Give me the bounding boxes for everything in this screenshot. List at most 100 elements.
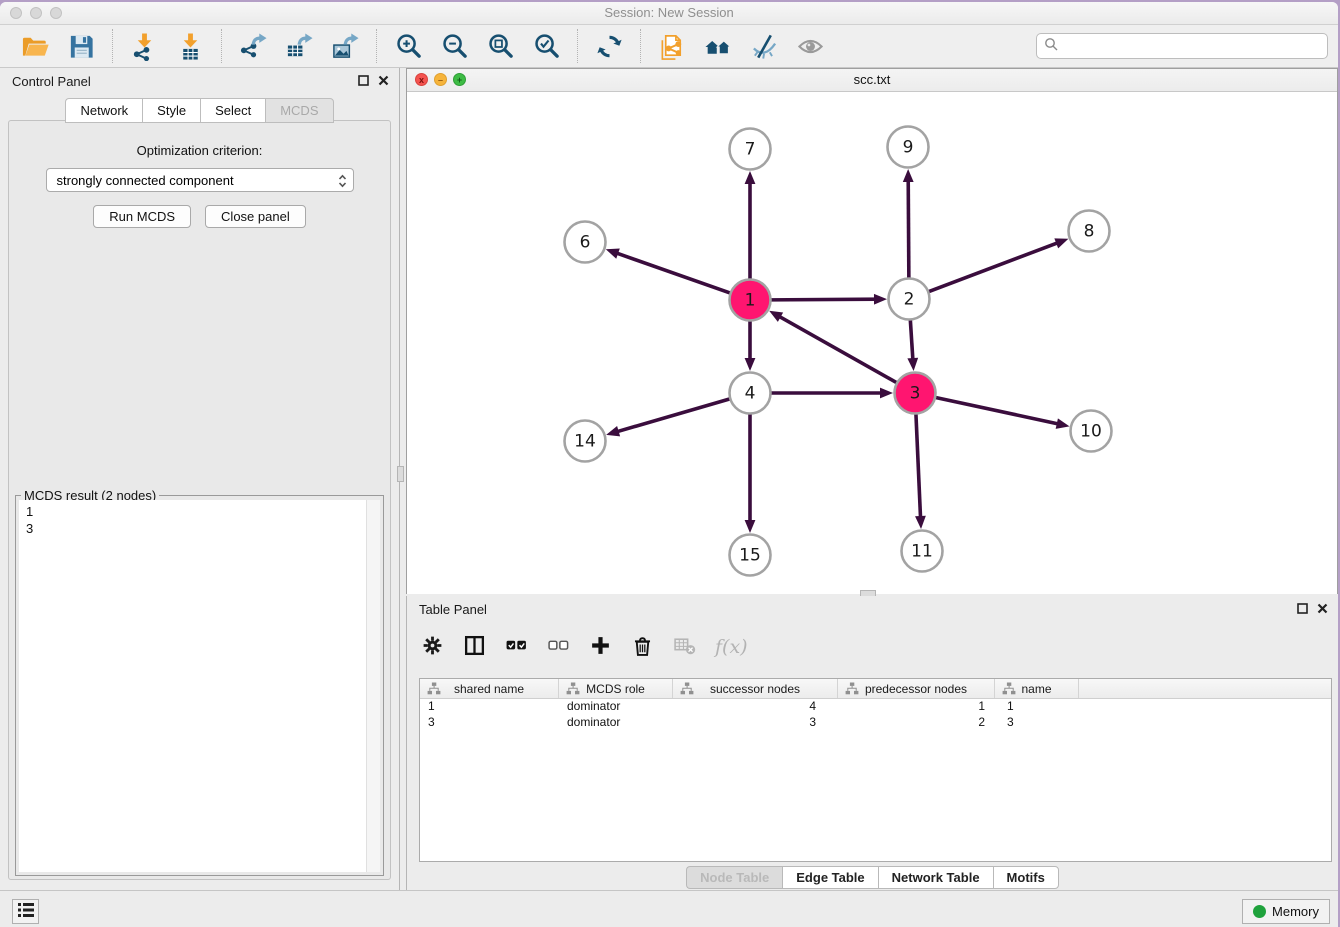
edge-2-3[interactable] xyxy=(910,319,913,361)
zoom-fit-icon xyxy=(486,32,515,61)
hierarchy-icon xyxy=(1002,682,1016,698)
edge-arrowhead xyxy=(1054,238,1068,248)
toolbar-divider xyxy=(112,29,113,63)
save-session-icon xyxy=(67,32,96,61)
import-table-icon xyxy=(176,32,205,61)
import-network-button[interactable] xyxy=(128,30,160,62)
float-panel-icon[interactable] xyxy=(358,75,369,86)
column-header-name[interactable]: name xyxy=(995,679,1079,698)
column-label: MCDS role xyxy=(586,682,645,696)
mcds-panel: Optimization criterion: strongly connect… xyxy=(8,120,391,880)
graph-node-label: 9 xyxy=(903,138,914,158)
zoom-out-button[interactable] xyxy=(438,30,470,62)
edge-arrowhead xyxy=(907,358,918,371)
table-row[interactable]: 3dominator323 xyxy=(420,715,1331,731)
result-scrollbar[interactable] xyxy=(366,500,380,872)
deselect-all-button[interactable] xyxy=(547,634,570,660)
table-row[interactable]: 1dominator411 xyxy=(420,699,1331,715)
graph-node-label: 15 xyxy=(739,546,761,566)
select-stepper-icon xyxy=(337,173,348,192)
control-panel: Control Panel NetworkStyleSelectMCDS Opt… xyxy=(0,68,400,890)
vertical-splitter-handle[interactable] xyxy=(397,466,404,482)
table-cell: 1 xyxy=(420,699,559,715)
tab-edge-table[interactable]: Edge Table xyxy=(782,866,877,889)
memory-button[interactable]: Memory xyxy=(1242,899,1330,924)
tab-node-table[interactable]: Node Table xyxy=(686,866,782,889)
mcds-result-area[interactable]: 13 xyxy=(19,500,380,872)
function-builder-button: f(x) xyxy=(715,636,748,658)
zoom-selected-button[interactable] xyxy=(530,30,562,62)
split-columns-button[interactable] xyxy=(463,634,486,660)
graph-node-label: 3 xyxy=(910,384,921,404)
hierarchy-icon xyxy=(845,682,859,698)
network-graph[interactable]: 7968124314101511 xyxy=(407,92,1337,594)
add-column-icon xyxy=(589,634,612,660)
delete-column-button[interactable] xyxy=(631,634,654,660)
delete-table-icon xyxy=(673,634,696,660)
tab-style[interactable]: Style xyxy=(142,98,200,123)
optimization-criterion-label: Optimization criterion: xyxy=(9,143,390,158)
tab-motifs[interactable]: Motifs xyxy=(993,866,1059,889)
refresh-button[interactable] xyxy=(593,30,625,62)
graph-node-label: 14 xyxy=(574,432,596,452)
edge-arrowhead xyxy=(903,169,914,182)
table-float-panel-icon[interactable] xyxy=(1297,603,1308,614)
column-header-successor-nodes[interactable]: successor nodes xyxy=(673,679,838,698)
export-image-button[interactable] xyxy=(329,30,361,62)
table-cell: 3 xyxy=(995,715,1079,731)
edge-3-1[interactable] xyxy=(778,316,897,383)
hierarchy-icon xyxy=(680,682,694,698)
node-table-body: 1dominator4113dominator323 xyxy=(420,699,1331,731)
edge-arrowhead xyxy=(1056,418,1070,429)
zoom-in-button[interactable] xyxy=(392,30,424,62)
edge-1-6[interactable] xyxy=(615,253,730,294)
edge-1-2[interactable] xyxy=(770,299,877,300)
tab-network-table[interactable]: Network Table xyxy=(878,866,993,889)
edge-3-11[interactable] xyxy=(916,413,921,519)
main-toolbar xyxy=(0,25,1338,68)
search-icon xyxy=(1044,37,1058,56)
open-file-button[interactable] xyxy=(19,30,51,62)
search-field[interactable] xyxy=(1036,33,1328,59)
search-input[interactable] xyxy=(1063,35,1327,57)
network-canvas[interactable]: 7968124314101511 xyxy=(407,92,1337,594)
mcds-result-group: MCDS result (2 nodes) 13 xyxy=(15,495,384,876)
graph-node-label: 2 xyxy=(904,290,915,310)
settings-button[interactable] xyxy=(421,634,444,660)
export-table-button[interactable] xyxy=(283,30,315,62)
table-panel-title: Table Panel xyxy=(419,602,487,617)
export-network-button[interactable] xyxy=(237,30,269,62)
close-panel-icon[interactable] xyxy=(378,75,389,86)
home-neighbors-icon xyxy=(704,32,733,61)
tab-select[interactable]: Select xyxy=(200,98,265,123)
edge-2-8[interactable] xyxy=(928,242,1059,291)
criterion-select[interactable]: strongly connected component xyxy=(46,168,354,192)
table-cell: dominator xyxy=(559,699,673,715)
hierarchy-icon xyxy=(566,682,580,698)
table-close-panel-icon[interactable] xyxy=(1317,603,1328,614)
select-all-button[interactable] xyxy=(505,634,528,660)
edge-3-10[interactable] xyxy=(935,397,1060,424)
task-history-button[interactable] xyxy=(12,899,39,924)
toolbar-divider xyxy=(376,29,377,63)
import-table-button[interactable] xyxy=(174,30,206,62)
add-column-button[interactable] xyxy=(589,634,612,660)
delete-table-button xyxy=(673,634,696,660)
edge-4-14[interactable] xyxy=(616,399,731,432)
network-overview-button[interactable] xyxy=(656,30,688,62)
home-neighbors-button[interactable] xyxy=(702,30,734,62)
column-header-predecessor-nodes[interactable]: predecessor nodes xyxy=(838,679,995,698)
close-panel-button[interactable]: Close panel xyxy=(205,205,306,228)
graph-node-label: 10 xyxy=(1080,422,1102,442)
tab-mcds[interactable]: MCDS xyxy=(265,98,333,123)
network-window-titlebar[interactable]: x – + scc.txt xyxy=(407,69,1337,92)
column-header-shared-name[interactable]: shared name xyxy=(420,679,559,698)
hide-selected-button[interactable] xyxy=(748,30,780,62)
edge-2-9[interactable] xyxy=(908,179,909,279)
save-session-button[interactable] xyxy=(65,30,97,62)
hide-selected-icon xyxy=(750,32,779,61)
column-header-MCDS-role[interactable]: MCDS role xyxy=(559,679,673,698)
zoom-fit-button[interactable] xyxy=(484,30,516,62)
tab-network[interactable]: Network xyxy=(65,98,142,123)
run-mcds-button[interactable]: Run MCDS xyxy=(93,205,191,228)
